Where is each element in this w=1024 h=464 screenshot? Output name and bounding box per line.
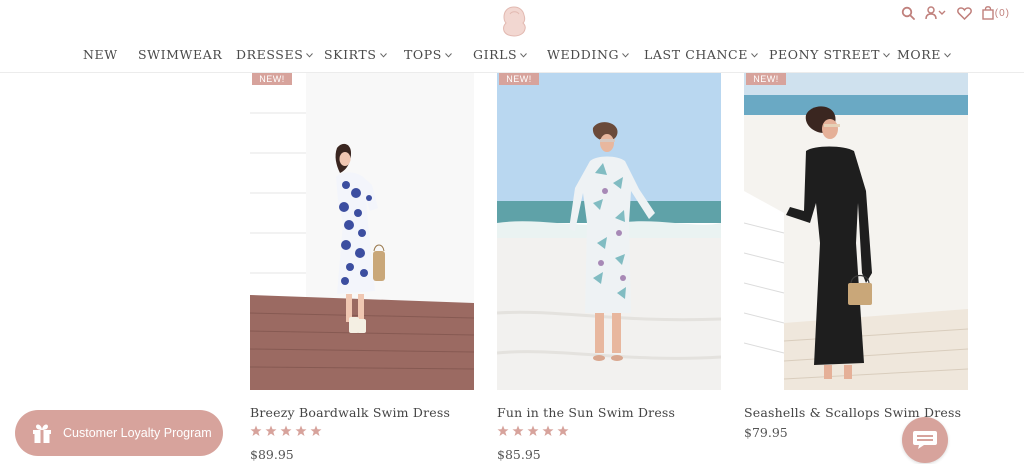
star-icon [250,425,262,436]
nav-item-new[interactable]: NEW [83,47,118,62]
product-name[interactable]: Fun in the Sun Swim Dress [497,405,675,420]
chevron-down-icon [883,52,890,58]
star-icon [280,425,292,436]
nav-item-peony-street[interactable]: PEONY STREET [769,47,890,62]
main-nav: NEW SWIMWEAR DRESSES SKIRTS TOPS GIRLS W… [0,47,1024,67]
star-icon [310,425,322,436]
cart-count: (0) [994,7,1010,19]
nav-item-skirts[interactable]: SKIRTS [324,47,387,62]
new-badge: NEW! [499,73,539,85]
product-price: $85.95 [497,447,541,462]
product-price: $79.95 [744,425,788,440]
gift-icon [33,424,51,443]
product-price: $89.95 [250,447,294,462]
loyalty-label: Customer Loyalty Program [63,426,212,440]
site-header: (0) NEW SWIMWEAR DRESSES SKIRTS TOPS GIR… [0,0,1024,73]
nav-item-girls[interactable]: GIRLS [473,47,528,62]
chat-button[interactable] [902,417,948,463]
product-name[interactable]: Breezy Boardwalk Swim Dress [250,405,450,420]
bag-icon[interactable]: (0) [982,4,1010,22]
star-icon [542,425,554,436]
product-card[interactable]: NEW! Seashells & Scallops Swim Dress $79… [744,73,968,440]
chevron-down-icon [751,52,758,58]
chevron-down-icon [622,52,629,58]
new-badge: NEW! [746,73,786,85]
nav-item-more[interactable]: MORE [897,47,951,62]
product-card[interactable]: NEW! Breezy Boardwalk Swim Dress $89.95 [250,73,474,462]
star-rating [497,425,569,437]
product-image[interactable]: NEW! [497,73,721,390]
chevron-down-icon [520,52,528,58]
nav-item-swimwear[interactable]: SWIMWEAR [138,47,222,62]
nav-item-tops[interactable]: TOPS [404,47,452,62]
chevron-down-icon [379,52,387,58]
star-icon [557,425,569,436]
star-icon [512,425,524,436]
product-card[interactable]: NEW! Fun in the Sun Swim Dress $85.95 [497,73,721,462]
chevron-down-icon [306,52,314,58]
nav-item-last-chance[interactable]: LAST CHANCE [644,47,758,62]
heart-icon[interactable] [956,4,972,22]
chat-icon [913,431,937,449]
logo-icon[interactable] [499,5,529,38]
product-image[interactable]: NEW! [250,73,474,390]
utility-icons: (0) [891,4,1010,22]
nav-item-wedding[interactable]: WEDDING [547,47,629,62]
nav-item-dresses[interactable]: DRESSES [236,47,314,62]
account-icon[interactable] [925,4,947,22]
new-badge: NEW! [252,73,292,85]
search-icon[interactable] [901,4,915,22]
star-rating [250,425,322,437]
chevron-down-icon [944,52,951,58]
chevron-down-icon [445,52,452,58]
star-icon [497,425,509,436]
star-icon [265,425,277,436]
customer-loyalty-button[interactable]: Customer Loyalty Program [15,410,223,456]
star-icon [527,425,539,436]
product-image[interactable]: NEW! [744,73,968,390]
star-icon [295,425,307,436]
